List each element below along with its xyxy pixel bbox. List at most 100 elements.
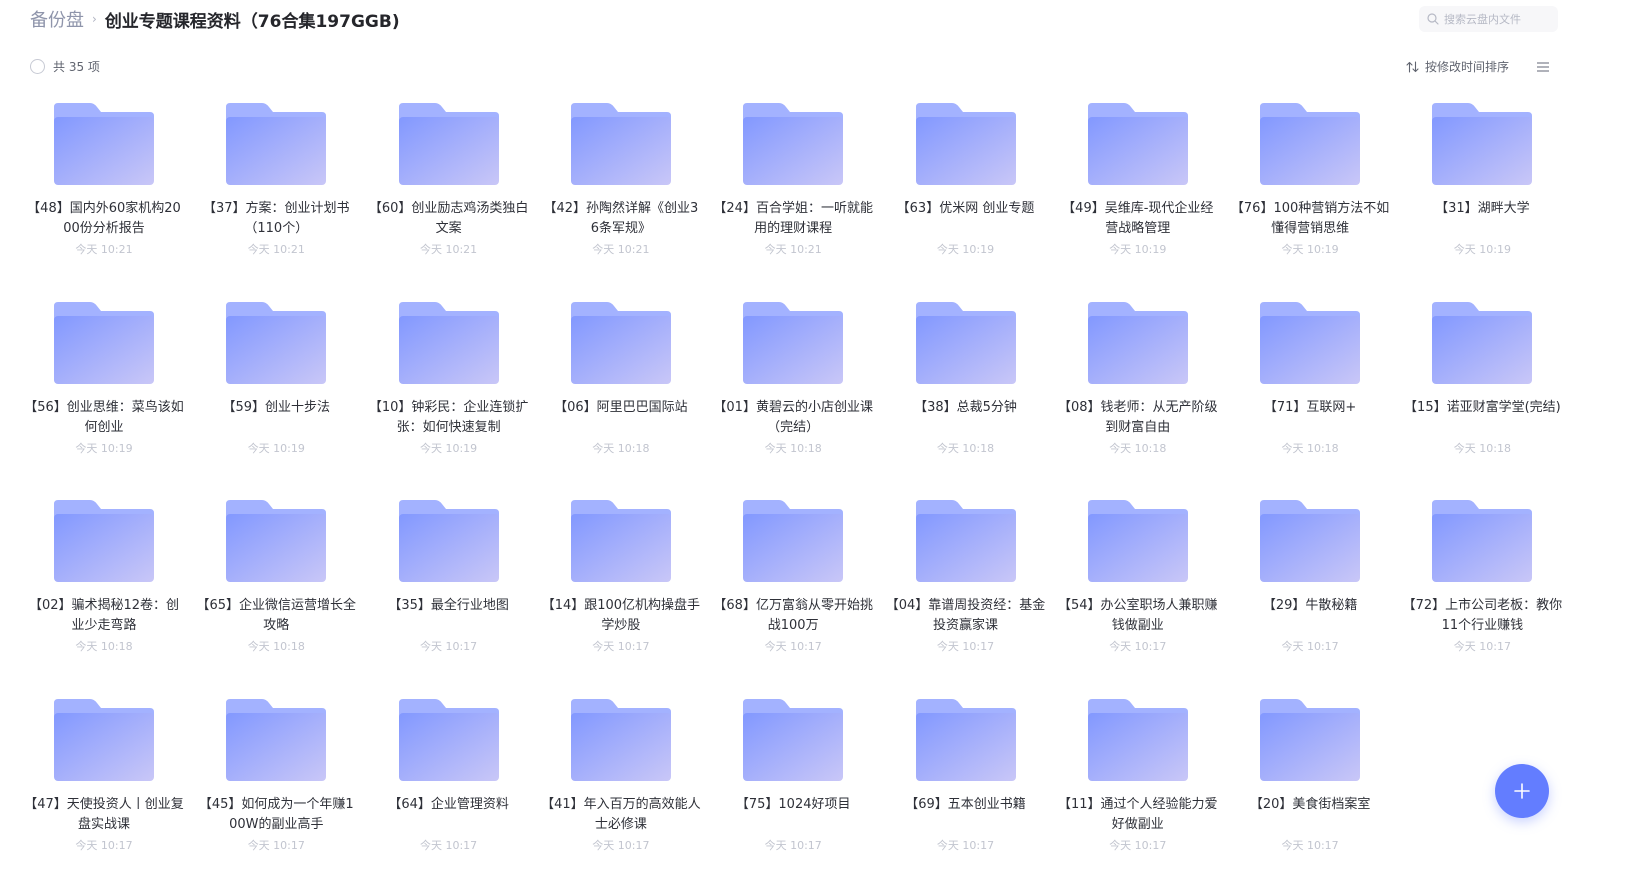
folder-name: 【11】通过个人经验能力爱好做副业 xyxy=(1058,796,1218,832)
folder-item[interactable]: 【04】靠谱周投资经：基金投资赢家课 今天 10:17 xyxy=(880,492,1052,672)
folder-modified-time: 今天 10:19 xyxy=(1453,243,1511,256)
folder-modified-time: 今天 10:17 xyxy=(75,838,133,852)
folder-name: 【56】创业思维：菜鸟该如何创业 xyxy=(24,399,184,435)
search-input[interactable] xyxy=(1444,12,1554,26)
folder-name: 【72】上市公司老板：教你11个行业赚钱 xyxy=(1402,598,1563,633)
add-button[interactable] xyxy=(1495,764,1549,818)
folder-item[interactable]: 【41】年入百万的高效能人士必修课 今天 10:17 xyxy=(535,691,707,871)
folder-icon xyxy=(1260,103,1361,185)
folder-item[interactable]: 【10】钟彩民：企业连锁扩张：如何快速复制 今天 10:19 xyxy=(363,294,535,474)
sort-button[interactable]: 按修改时间排序 xyxy=(1406,58,1509,75)
folder-name: 【20】美食街档案室 xyxy=(1249,796,1371,812)
folder-modified-time: 今天 10:17 xyxy=(1453,640,1511,653)
folder-icon xyxy=(398,103,499,185)
folder-icon xyxy=(743,698,844,781)
search-box[interactable] xyxy=(1419,6,1558,32)
folder-name: 【37】方案：创业计划书（110个） xyxy=(203,201,350,236)
folder-name: 【69】五本创业书籍 xyxy=(905,796,1026,812)
folder-modified-time: 今天 10:17 xyxy=(247,838,305,852)
folder-item[interactable]: 【60】创业励志鸡汤类独白文案今天 10:21 xyxy=(363,95,535,275)
folder-name: 【14】跟100亿机构操盘手学炒股 xyxy=(541,598,701,633)
folder-name: 【54】办公室职场人兼职赚钱做副业 xyxy=(1058,598,1218,633)
folder-item[interactable]: 【01】黄碧云的小店创业课（完结） 今天 10:18 xyxy=(707,294,879,474)
folder-modified-time: 今天 10:18 xyxy=(247,640,305,653)
folder-modified-time: 今天 10:21 xyxy=(419,243,478,256)
toolbar: 共 35 项 按修改时间排序 xyxy=(0,52,1635,80)
folder-item[interactable]: 【42】孙陶然详解《创业36条军规》 今天 10:21 xyxy=(535,95,707,275)
folder-icon xyxy=(570,301,671,384)
folder-name: 【10】钟彩民：企业连锁扩张：如何快速复制 xyxy=(368,399,529,435)
folder-modified-time: 今天 10:19 xyxy=(75,441,133,455)
folder-icon xyxy=(54,103,154,185)
folder-item[interactable]: 【29】牛散秘籍 今天 10:17 xyxy=(1224,492,1396,672)
folder-item[interactable]: 【72】上市公司老板：教你11个行业赚钱今天 10:17 xyxy=(1396,492,1568,672)
folder-icon xyxy=(226,698,327,781)
folder-icon xyxy=(1260,698,1361,781)
folder-item[interactable]: 【63】优米网 创业专题 今天 10:19 xyxy=(880,95,1052,275)
folder-item[interactable]: 【45】如何成为一个年赚100W的副业高手 今天 10:17 xyxy=(190,691,362,871)
folder-item[interactable]: 【14】跟100亿机构操盘手学炒股 今天 10:17 xyxy=(535,492,707,672)
folder-modified-time: 今天 10:21 xyxy=(592,243,650,256)
folder-item[interactable]: 【48】国内外60家机构2000份分析报告 今天 10:21 xyxy=(18,95,190,275)
folder-modified-time: 今天 10:18 xyxy=(592,441,650,455)
folder-item[interactable]: 【59】创业十步法 今天 10:19 xyxy=(190,294,362,474)
folder-item[interactable]: 【11】通过个人经验能力爱好做副业今天 10:17 xyxy=(1052,691,1224,871)
folder-name: 【47】天使投资人丨创业复盘实战课 xyxy=(24,796,184,832)
folder-modified-time: 今天 10:21 xyxy=(764,243,822,256)
folder-item[interactable]: 【47】天使投资人丨创业复盘实战课今天 10:17 xyxy=(18,691,190,871)
breadcrumb-separator-icon: › xyxy=(92,12,97,26)
folder-modified-time: 今天 10:18 xyxy=(75,640,133,653)
folder-item[interactable]: 【54】办公室职场人兼职赚钱做副业 今天 10:17 xyxy=(1052,492,1224,672)
folder-item[interactable]: 【06】阿里巴巴国际站 今天 10:18 xyxy=(535,294,707,474)
folder-icon xyxy=(398,500,499,582)
folder-item[interactable]: 【49】吴维库-现代企业经营战略管理 今天 10:19 xyxy=(1052,95,1224,275)
folder-name: 【59】创业十步法 xyxy=(222,399,331,415)
folder-icon xyxy=(1087,500,1188,582)
folder-item[interactable]: 【35】最全行业地图 今天 10:17 xyxy=(363,492,535,672)
folder-name: 【63】优米网 创业专题 xyxy=(896,201,1035,216)
folder-modified-time: 今天 10:17 xyxy=(764,838,822,852)
folder-icon xyxy=(915,301,1016,384)
folder-modified-time: 今天 10:17 xyxy=(592,838,650,852)
folder-item[interactable]: 【08】钱老师：从无产阶级到财富自由 今天 10:18 xyxy=(1052,294,1224,474)
folder-item[interactable]: 【68】亿万富翁从零开始挑战100万 今天 10:17 xyxy=(707,492,879,672)
folder-icon xyxy=(570,103,671,185)
folder-item[interactable]: 【31】湖畔大学 今天 10:19 xyxy=(1396,95,1568,275)
list-view-icon[interactable] xyxy=(1536,61,1550,73)
folder-item[interactable]: 【24】百合学姐：一听就能用的理财课程今天 10:21 xyxy=(707,95,879,275)
folder-icon xyxy=(54,698,154,781)
folder-icon xyxy=(743,500,844,582)
folder-name: 【65】企业微信运营增长全攻略 xyxy=(196,598,357,633)
folder-item[interactable]: 【38】总裁5分钟 今天 10:18 xyxy=(880,294,1052,474)
folder-name: 【31】湖畔大学 xyxy=(1435,201,1530,216)
folder-item[interactable]: 【71】互联网+ 今天 10:18 xyxy=(1224,294,1396,474)
folder-icon xyxy=(743,301,844,384)
folder-modified-time: 今天 10:19 xyxy=(936,243,995,256)
folder-modified-time: 今天 10:17 xyxy=(419,838,478,852)
select-all-checkbox[interactable] xyxy=(30,59,45,74)
folder-icon xyxy=(915,500,1016,582)
breadcrumb-root-link[interactable]: 备份盘 xyxy=(30,6,84,32)
folder-icon xyxy=(398,301,499,384)
folder-item[interactable]: 【64】企业管理资料 今天 10:17 xyxy=(363,691,535,871)
folder-item[interactable]: 【02】骗术揭秘12卷：创业少走弯路 今天 10:18 xyxy=(18,492,190,672)
folder-modified-time: 今天 10:17 xyxy=(1109,838,1167,852)
folder-item[interactable]: 【76】100种营销方法不如懂得营销思维 今天 10:19 xyxy=(1224,95,1396,275)
folder-item[interactable]: 【15】诺亚财富学堂(完结) 今天 10:18 xyxy=(1396,294,1568,474)
folder-name: 【35】最全行业地图 xyxy=(388,598,509,613)
sort-label: 按修改时间排序 xyxy=(1425,60,1510,74)
folder-icon xyxy=(54,301,154,384)
folder-icon xyxy=(915,103,1016,185)
folder-item[interactable]: 【65】企业微信运营增长全攻略今天 10:18 xyxy=(190,492,362,672)
folder-name: 【29】牛散秘籍 xyxy=(1262,598,1358,613)
folder-name: 【24】百合学姐：一听就能用的理财课程 xyxy=(713,201,873,236)
folder-modified-time: 今天 10:18 xyxy=(936,441,995,455)
folder-name: 【49】吴维库-现代企业经营战略管理 xyxy=(1062,201,1214,236)
folder-item[interactable]: 【56】创业思维：菜鸟该如何创业今天 10:19 xyxy=(18,294,190,474)
folder-item[interactable]: 【75】1024好项目 今天 10:17 xyxy=(707,691,879,871)
folder-item[interactable]: 【37】方案：创业计划书（110个） 今天 10:21 xyxy=(190,95,362,275)
folder-name: 【60】创业励志鸡汤类独白文案 xyxy=(368,201,529,236)
folder-modified-time: 今天 10:19 xyxy=(247,441,305,455)
folder-item[interactable]: 【20】美食街档案室 今天 10:17 xyxy=(1224,691,1396,871)
folder-item[interactable]: 【69】五本创业书籍 今天 10:17 xyxy=(880,691,1052,871)
